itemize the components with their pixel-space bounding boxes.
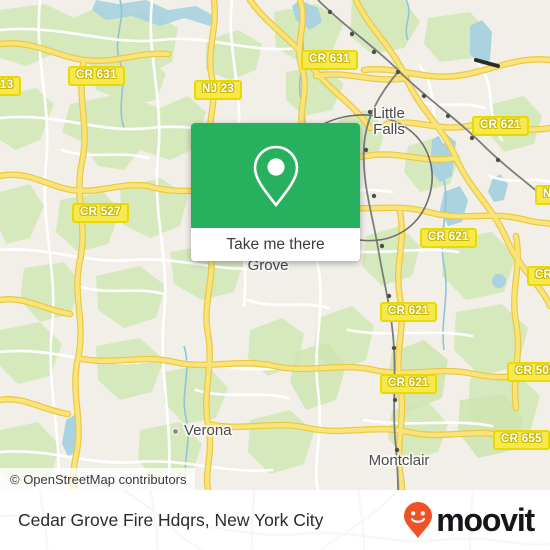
moovit-wordmark: moovit (436, 502, 535, 538)
road-shield[interactable]: CR 631 (301, 50, 358, 70)
road-shield[interactable]: CR 621 (472, 116, 529, 136)
road-shield[interactable]: 13 (0, 76, 22, 96)
attribution-text: © OpenStreetMap contributors (10, 471, 187, 487)
road-shield[interactable]: CR (527, 266, 550, 286)
road-shield[interactable]: CR 655 (493, 430, 550, 450)
road-shield[interactable]: CR 509 (507, 362, 550, 382)
road-shield[interactable]: CR 631 (68, 66, 125, 86)
road-shield[interactable]: NJ 23 (535, 185, 550, 205)
location-title: Cedar Grove Fire Hdqrs, New York City (18, 509, 324, 530)
road-shield[interactable]: NJ 23 (194, 80, 243, 100)
road-shield[interactable]: CR 621 (420, 228, 477, 248)
moovit-map-page: CR 631 13 NJ 23 CR 631 CR 621 CR 527 CR … (0, 0, 550, 550)
road-shield[interactable]: CR 621 (380, 302, 437, 322)
place-label-little-falls: Little Falls (373, 105, 405, 138)
moovit-pin-smiley-icon (404, 502, 433, 538)
card-icon-area (191, 123, 360, 228)
moovit-logo[interactable]: moovit (403, 501, 535, 539)
road-shield[interactable]: CR 621 (380, 374, 437, 394)
road-shield[interactable]: CR 527 (72, 203, 129, 223)
page-footer: Cedar Grove Fire Hdqrs, New York City mo… (0, 490, 550, 550)
map-attribution: © OpenStreetMap contributors (0, 468, 195, 490)
map-canvas[interactable]: CR 631 13 NJ 23 CR 631 CR 621 CR 527 CR … (0, 0, 550, 490)
take-me-there-button[interactable]: Take me there (191, 228, 360, 261)
place-dot-verona (172, 428, 179, 435)
location-popup-card[interactable]: Take me there (191, 123, 360, 261)
map-pin-icon (253, 145, 298, 207)
place-label-montclair: Montclair (368, 452, 430, 469)
place-label-verona: Verona (184, 422, 232, 439)
